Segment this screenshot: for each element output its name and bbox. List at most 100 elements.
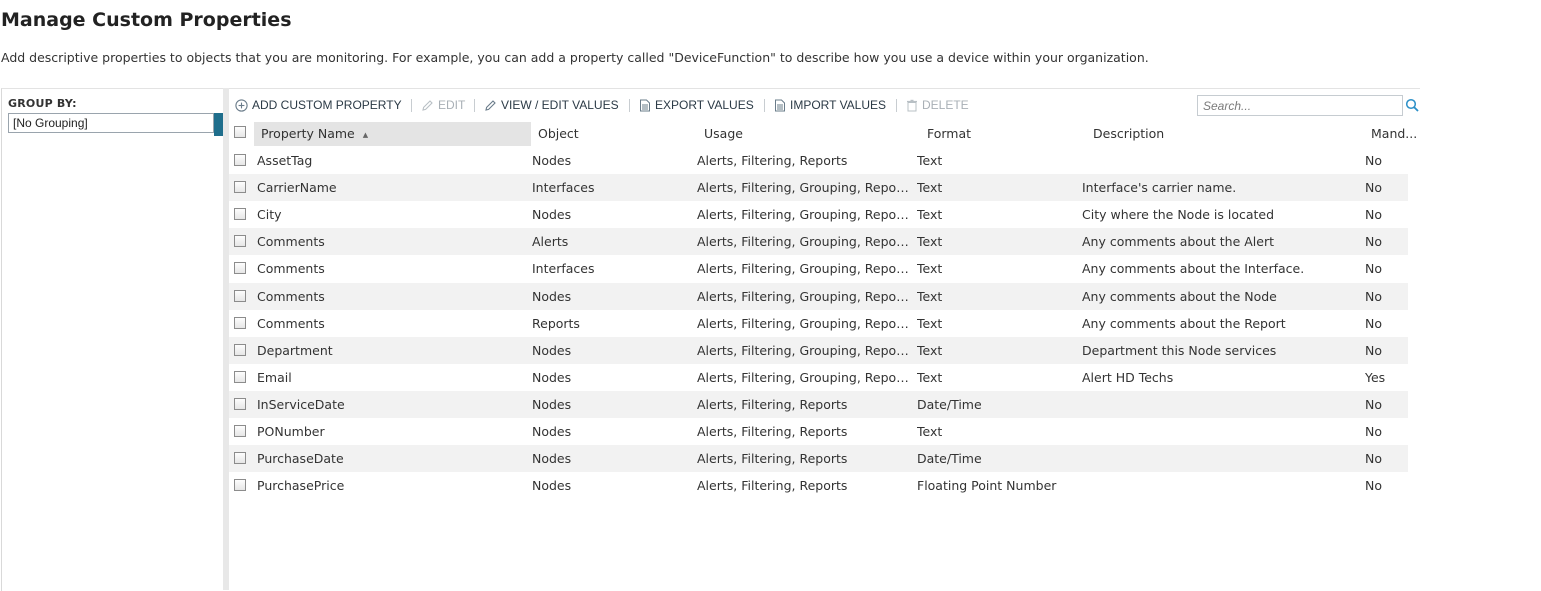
export-values-button[interactable]: EXPORT VALUES bbox=[639, 97, 754, 113]
row-checkbox[interactable] bbox=[234, 479, 246, 492]
export-values-label: EXPORT VALUES bbox=[655, 98, 754, 112]
search-icon[interactable] bbox=[1405, 98, 1419, 112]
cell-object: Nodes bbox=[532, 288, 572, 304]
pencil-icon bbox=[485, 99, 496, 111]
edit-label: EDIT bbox=[438, 98, 466, 112]
cell-mandatory: No bbox=[1365, 261, 1382, 277]
cell-mandatory: No bbox=[1365, 207, 1382, 223]
row-checkbox[interactable] bbox=[234, 397, 246, 410]
row-checkbox[interactable] bbox=[234, 425, 246, 437]
view-edit-values-button[interactable]: VIEW / EDIT VALUES bbox=[484, 97, 619, 113]
cell-mandatory: No bbox=[1365, 315, 1382, 331]
group-by-panel: GROUP BY: [No Grouping] bbox=[1, 88, 224, 591]
edit-button[interactable]: EDIT bbox=[421, 97, 465, 113]
cell-format: Text bbox=[917, 207, 943, 223]
import-values-label: IMPORT VALUES bbox=[790, 98, 887, 112]
cell-usage: Alerts, Filtering, Grouping, Reports bbox=[697, 261, 910, 277]
cell-object: Nodes bbox=[532, 369, 572, 385]
cell-format: Text bbox=[917, 369, 943, 385]
grid-toolbar: ADD CUSTOM PROPERTY EDIT VIEW / EDIT VAL… bbox=[229, 89, 1420, 121]
cell-property-name: Comments bbox=[257, 234, 325, 250]
table-row[interactable]: PurchasePrice Nodes Alerts, Filtering, Rep… bbox=[229, 472, 1408, 499]
table-row[interactable]: Comments Interfaces Alerts, Filtering, Gro… bbox=[229, 255, 1408, 282]
table-row[interactable]: CarrierName Interfaces Alerts, Filtering, … bbox=[229, 174, 1408, 202]
cell-format: Date/Time bbox=[917, 451, 982, 467]
row-checkbox[interactable] bbox=[234, 208, 246, 221]
cell-mandatory: No bbox=[1365, 396, 1382, 412]
cell-property-name: AssetTag bbox=[257, 153, 313, 168]
add-custom-property-label: ADD CUSTOM PROPERTY bbox=[252, 98, 402, 112]
row-checkbox[interactable] bbox=[234, 154, 246, 166]
cell-property-name: Comments bbox=[257, 288, 325, 304]
row-checkbox[interactable] bbox=[234, 343, 246, 356]
column-header-label: Property Name bbox=[261, 126, 355, 141]
cell-object: Interfaces bbox=[532, 261, 595, 277]
table-row[interactable]: Comments Alerts Alerts, Filtering, Groupin… bbox=[229, 228, 1408, 256]
table-row[interactable]: Comments Reports Alerts, Filtering, Groupi… bbox=[229, 310, 1408, 337]
cell-description: Alert HD Techs bbox=[1082, 369, 1174, 385]
row-checkbox[interactable] bbox=[234, 181, 246, 194]
table-row[interactable]: Department Nodes Alerts, Filtering, Groupi… bbox=[229, 336, 1408, 364]
row-checkbox[interactable] bbox=[234, 316, 246, 329]
table-row[interactable]: PurchaseDate Nodes Alerts, Filtering, Repo… bbox=[229, 445, 1408, 473]
add-circle-icon bbox=[235, 98, 248, 112]
delete-button[interactable]: DELETE bbox=[906, 97, 969, 113]
column-header-mandatory[interactable]: Mand... bbox=[1371, 122, 1417, 146]
cell-usage: Alerts, Filtering, Grouping, Reports bbox=[697, 342, 910, 358]
cell-format: Text bbox=[917, 180, 943, 196]
toolbar-separator bbox=[896, 99, 897, 112]
column-header-format[interactable]: Format bbox=[927, 122, 971, 146]
cell-mandatory: No bbox=[1365, 234, 1382, 250]
toolbar-separator bbox=[411, 99, 412, 112]
table-row[interactable]: City Nodes Alerts, Filtering, Grouping, Re… bbox=[229, 201, 1408, 228]
cell-description: Interface's carrier name. bbox=[1082, 180, 1237, 196]
column-header-usage[interactable]: Usage bbox=[704, 122, 743, 146]
column-header-property-name[interactable]: Property Name ▲ bbox=[254, 122, 531, 146]
cell-description bbox=[1082, 418, 1342, 445]
cell-object: Reports bbox=[532, 315, 580, 331]
table-row[interactable]: Comments Nodes Alerts, Filtering, Grouping… bbox=[229, 282, 1408, 310]
export-document-icon bbox=[640, 99, 650, 111]
table-row[interactable]: AssetTag Nodes Alerts, Filtering, Reports T… bbox=[229, 147, 1408, 174]
row-checkbox[interactable] bbox=[234, 235, 246, 248]
column-header-description[interactable]: Description bbox=[1093, 122, 1164, 146]
table-header: Property Name ▲ Object Usage Format Desc… bbox=[229, 122, 1420, 146]
cell-object: Interfaces bbox=[532, 180, 595, 196]
select-all-checkbox[interactable] bbox=[234, 126, 246, 138]
cell-property-name: PurchaseDate bbox=[257, 451, 344, 467]
cell-mandatory: Yes bbox=[1365, 369, 1386, 385]
cell-usage: Alerts, Filtering, Reports bbox=[697, 424, 848, 439]
toolbar-separator bbox=[474, 99, 475, 112]
cell-format: Text bbox=[917, 424, 943, 439]
row-checkbox[interactable] bbox=[234, 262, 246, 275]
row-checkbox[interactable] bbox=[234, 370, 246, 383]
delete-label: DELETE bbox=[922, 98, 969, 112]
cell-property-name: PurchasePrice bbox=[257, 478, 345, 494]
row-checkbox[interactable] bbox=[234, 289, 246, 302]
cell-usage: Alerts, Filtering, Reports bbox=[697, 478, 848, 494]
column-header-object[interactable]: Object bbox=[538, 122, 579, 146]
cell-object: Nodes bbox=[532, 451, 572, 467]
import-values-button[interactable]: IMPORT VALUES bbox=[774, 97, 886, 113]
group-by-label: GROUP BY: bbox=[8, 97, 77, 110]
row-checkbox[interactable] bbox=[234, 452, 246, 465]
toolbar-separator bbox=[629, 99, 630, 112]
search-input[interactable]: Search... bbox=[1197, 95, 1403, 116]
group-by-select[interactable]: [No Grouping] bbox=[8, 113, 214, 133]
cell-property-name: Department bbox=[257, 342, 333, 358]
table-row[interactable]: Email Nodes Alerts, Filtering, Grouping, R… bbox=[229, 364, 1408, 391]
cell-description: Any comments about the Node bbox=[1082, 288, 1277, 304]
cell-description bbox=[1082, 147, 1342, 174]
table-row[interactable]: InServiceDate Nodes Alerts, Filtering, Rep… bbox=[229, 390, 1408, 418]
table-row[interactable]: PONumber Nodes Alerts, Filtering, Reports T… bbox=[229, 418, 1408, 445]
cell-object: Alerts bbox=[532, 234, 569, 250]
pencil-icon bbox=[422, 99, 433, 111]
cell-description: Any comments about the Interface. bbox=[1082, 261, 1305, 277]
cell-property-name: CarrierName bbox=[257, 180, 337, 196]
cell-object: Nodes bbox=[532, 396, 572, 412]
cell-description: Any comments about the Alert bbox=[1082, 234, 1274, 250]
cell-property-name: Comments bbox=[257, 261, 325, 277]
add-custom-property-button[interactable]: ADD CUSTOM PROPERTY bbox=[235, 97, 402, 113]
cell-usage: Alerts, Filtering, Reports bbox=[697, 153, 848, 168]
cell-mandatory: No bbox=[1365, 342, 1382, 358]
